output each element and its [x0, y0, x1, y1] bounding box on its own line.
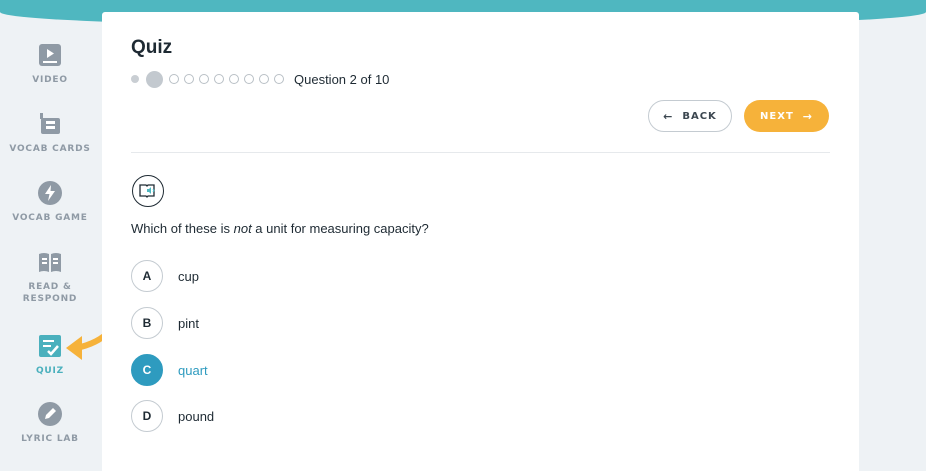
option-text: pound	[178, 408, 215, 424]
open-book-icon	[39, 253, 61, 272]
answer-option-a[interactable]: A cup	[131, 260, 199, 292]
sidebar-item-lyric-lab[interactable]: LYRIC LAB	[0, 401, 100, 445]
option-text: cup	[178, 268, 199, 284]
sidebar-nav: VIDEO VOCAB CARDS VOCAB GAME READ & RESP…	[0, 26, 100, 471]
progress-dot	[244, 74, 254, 84]
answer-option-d[interactable]: D pound	[131, 400, 214, 432]
quiz-checklist-icon	[39, 335, 61, 357]
option-letter: A	[131, 260, 163, 292]
progress-dot	[229, 74, 239, 84]
next-button[interactable]: NEXT →	[744, 100, 829, 132]
page-title: Quiz	[131, 37, 173, 58]
arrow-left-icon: ←	[663, 109, 674, 123]
progress-dot-current	[146, 70, 163, 88]
sidebar-item-vocab-cards[interactable]: VOCAB CARDS	[0, 111, 100, 155]
lightning-icon	[38, 181, 62, 205]
back-button-label: BACK	[682, 110, 717, 122]
back-button[interactable]: ← BACK	[648, 100, 732, 132]
next-button-label: NEXT	[760, 110, 794, 122]
sidebar-item-label: VOCAB CARDS	[9, 144, 91, 154]
sidebar-item-video[interactable]: VIDEO	[0, 42, 100, 86]
video-icon	[39, 44, 61, 66]
progress-dot	[184, 74, 194, 84]
sidebar-item-label: LYRIC LAB	[21, 434, 79, 444]
progress-dot	[131, 75, 139, 83]
progress-label: Question 2 of 10	[294, 71, 390, 87]
sidebar-item-label: QUIZ	[35, 366, 65, 376]
vocab-cards-icon	[40, 113, 60, 134]
divider	[131, 152, 830, 153]
option-text: quart	[178, 362, 208, 378]
progress-dot	[169, 74, 179, 84]
option-letter: D	[131, 400, 163, 432]
option-text: pint	[178, 315, 199, 331]
answer-option-b[interactable]: B pint	[131, 307, 199, 339]
sidebar-item-label: VIDEO	[32, 75, 68, 85]
read-aloud-icon	[139, 184, 155, 198]
sidebar-item-vocab-game[interactable]: VOCAB GAME	[0, 180, 100, 224]
answer-option-c[interactable]: C quart	[131, 354, 208, 386]
progress-dot	[214, 74, 224, 84]
option-letter: C	[131, 354, 163, 386]
question-progress: Question 2 of 10	[131, 69, 389, 89]
option-letter: B	[131, 307, 163, 339]
question-text: Which of these is not a unit for measuri…	[131, 221, 429, 236]
quiz-card: Quiz Question 2 of 10 ← BACK NEXT → Whic…	[102, 12, 859, 471]
sidebar-item-label: VOCAB GAME	[12, 213, 88, 223]
arrow-right-icon: →	[802, 109, 813, 123]
progress-dot	[274, 74, 284, 84]
read-aloud-button[interactable]	[132, 175, 164, 207]
progress-dot	[259, 74, 269, 84]
pencil-icon	[38, 402, 62, 426]
progress-dot	[199, 74, 209, 84]
